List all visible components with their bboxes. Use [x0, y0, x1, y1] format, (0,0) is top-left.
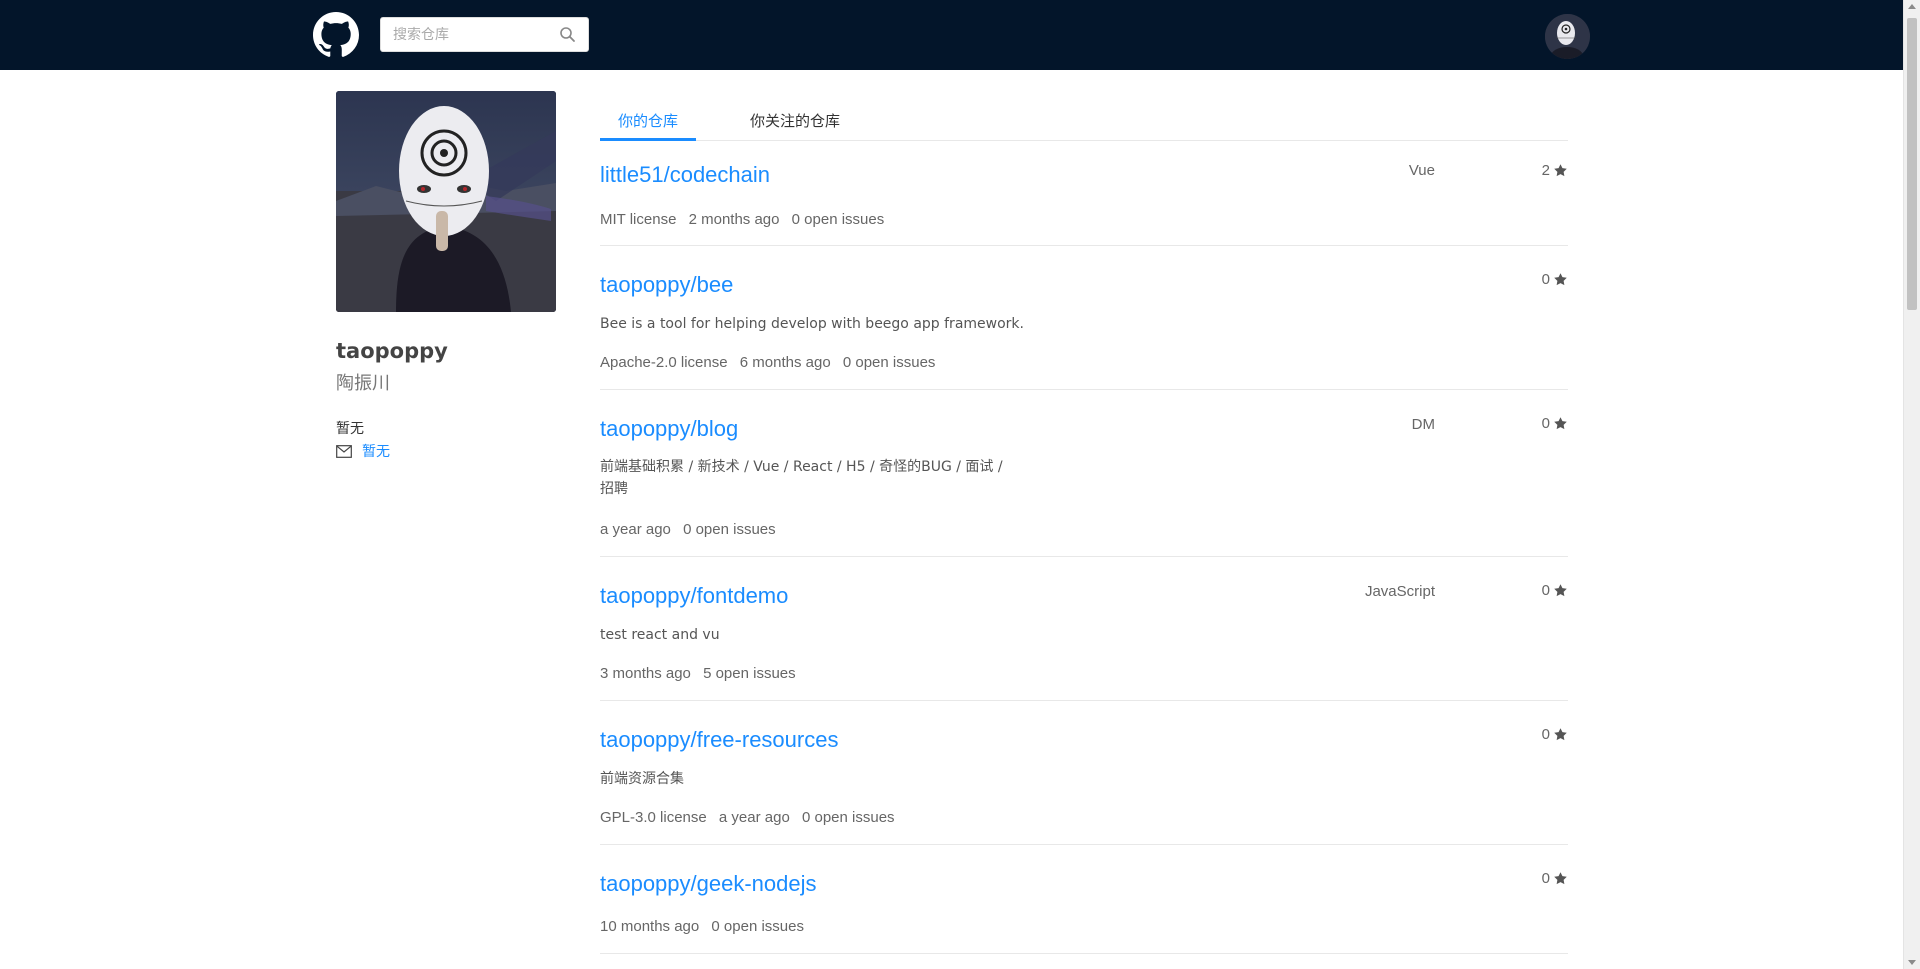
repo-description: Bee is a tool for helping develop with b… [600, 316, 1024, 332]
repo-issues: 0 open issues [801, 809, 895, 826]
repo-stars: 2 [1542, 162, 1568, 179]
repo-issues: 0 open issues [791, 211, 885, 228]
profile-email-row: 暂无 [336, 441, 390, 461]
repo-stars: 0 [1542, 415, 1568, 432]
mail-icon [336, 444, 352, 458]
repo-updated: 3 months ago [600, 665, 691, 682]
star-icon [1554, 728, 1567, 741]
repo-item: taopoppy/geek-nodejs 0 10 months ago 0 o… [600, 846, 1568, 954]
repo-description: 前端基础积累 / 新技术 / Vue / React / H5 / 奇怪的BUG… [600, 456, 1003, 500]
repo-issues: 0 open issues [683, 521, 776, 538]
repo-updated: 6 months ago [739, 354, 831, 371]
repo-item: taopoppy/fontdemo JavaScript 0 test reac… [600, 558, 1568, 701]
repo-star-count: 0 [1541, 870, 1550, 887]
repo-issues: 5 open issues [703, 665, 796, 682]
profile-avatar [336, 91, 556, 312]
tab-your-repos[interactable]: 你的仓库 [600, 110, 696, 141]
repo-language: JavaScript [1364, 583, 1435, 600]
repo-star-count: 0 [1541, 415, 1550, 432]
scroll-up-arrow-icon[interactable] [1908, 4, 1916, 9]
user-avatar[interactable] [1545, 14, 1590, 59]
repo-name-link[interactable]: taopoppy/free-resources [600, 727, 838, 753]
star-icon [1554, 872, 1567, 885]
repo-name-link[interactable]: taopoppy/geek-nodejs [600, 871, 817, 897]
repo-item: little51/codechain Vue 2 MIT license 2 m… [600, 142, 1568, 246]
repo-star-count: 0 [1541, 582, 1550, 599]
repo-updated: a year ago [600, 521, 671, 538]
repo-meta: 3 months ago 5 open issues [600, 665, 804, 682]
repo-tabs: 你的仓库 你关注的仓库 [600, 100, 1568, 141]
repo-updated: a year ago [718, 809, 790, 826]
repo-description: test react and vu [600, 627, 720, 643]
repo-stars: 0 [1542, 870, 1568, 887]
repo-meta: GPL-3.0 license a year ago 0 open issues [600, 809, 903, 826]
repo-issues: 0 open issues [711, 918, 804, 935]
profile-real-name: 陶振川 [336, 373, 390, 394]
repo-stars: 0 [1542, 582, 1568, 599]
repo-name-link[interactable]: taopoppy/blog [600, 416, 738, 442]
repo-license: GPL-3.0 license [600, 809, 707, 826]
github-logo-icon[interactable] [313, 12, 359, 58]
search-icon[interactable] [559, 26, 576, 43]
star-icon [1554, 273, 1567, 286]
repo-license: MIT license [600, 211, 677, 228]
repo-name-link[interactable]: little51/codechain [600, 162, 770, 188]
search-box[interactable] [380, 17, 589, 52]
repo-star-count: 0 [1541, 726, 1550, 743]
repo-meta: 10 months ago 0 open issues [600, 918, 812, 935]
page-scrollbar[interactable] [1903, 0, 1920, 969]
search-input[interactable] [381, 18, 551, 51]
repo-item: taopoppy/free-resources 0 前端资源合集 GPL-3.0… [600, 702, 1568, 845]
repo-meta: MIT license 2 months ago 0 open issues [600, 211, 892, 228]
repo-item: taopoppy/blog DM 0 前端基础积累 / 新技术 / Vue / … [600, 391, 1568, 557]
repo-license: Apache-2.0 license [600, 354, 728, 371]
repo-name-link[interactable]: taopoppy/fontdemo [600, 583, 788, 609]
scrollbar-thumb[interactable] [1907, 18, 1917, 310]
repo-stars: 0 [1542, 271, 1568, 288]
repo-issues: 0 open issues [842, 354, 936, 371]
star-icon [1554, 584, 1567, 597]
repo-meta: a year ago 0 open issues [600, 521, 784, 538]
repo-stars: 0 [1542, 726, 1568, 743]
repo-updated: 10 months ago [600, 918, 700, 935]
repo-description: 前端资源合集 [600, 771, 684, 787]
tab-watched-repos[interactable]: 你关注的仓库 [750, 110, 840, 141]
repo-star-count: 2 [1541, 162, 1550, 179]
profile-username: taopoppy [336, 339, 448, 363]
top-navbar [0, 0, 1903, 70]
repo-name-link[interactable]: taopoppy/bee [600, 272, 733, 298]
repo-star-count: 0 [1541, 271, 1550, 288]
repo-description-line: 招聘 [600, 481, 628, 497]
profile-bio: 暂无 [336, 421, 364, 437]
star-icon [1554, 164, 1567, 177]
repo-item: taopoppy/bee 0 Bee is a tool for helping… [600, 247, 1568, 390]
star-icon [1554, 417, 1567, 430]
repo-language: DM [1411, 416, 1435, 433]
scroll-down-arrow-icon[interactable] [1908, 960, 1916, 965]
repo-description-line: 前端基础积累 / 新技术 / Vue / React / H5 / 奇怪的BUG… [600, 459, 1003, 475]
repo-updated: 2 months ago [688, 211, 780, 228]
profile-email-link[interactable]: 暂无 [362, 441, 390, 461]
repo-meta: Apache-2.0 license 6 months ago 0 open i… [600, 354, 943, 371]
repo-language: Vue [1408, 162, 1435, 179]
